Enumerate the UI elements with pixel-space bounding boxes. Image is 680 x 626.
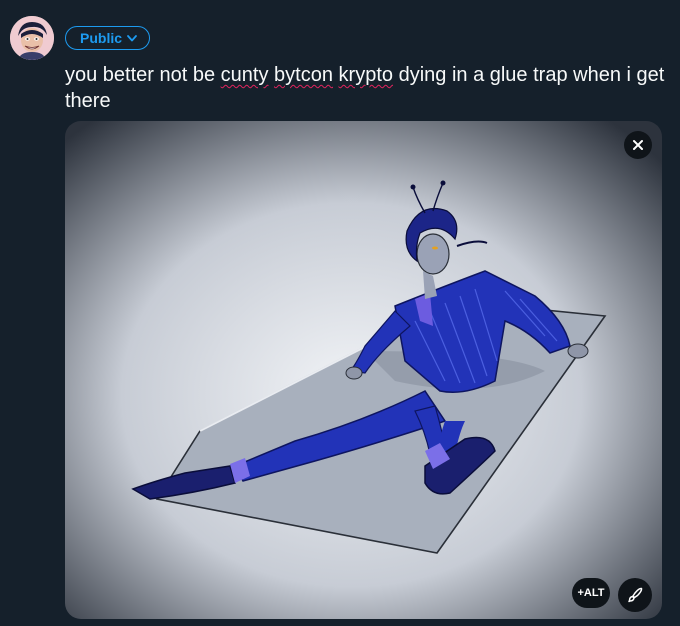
tweet-text-part: you better not be xyxy=(65,64,221,86)
brush-icon xyxy=(628,587,643,603)
audience-selector-button[interactable]: Public xyxy=(65,26,151,50)
tweet-text-input[interactable]: you better not be cunty bytcon krypto dy… xyxy=(65,62,665,114)
edit-media-button[interactable] xyxy=(618,578,652,612)
avatar[interactable] xyxy=(10,16,54,60)
remove-media-button[interactable] xyxy=(624,131,652,159)
chevron-down-icon xyxy=(127,35,137,42)
avatar-image xyxy=(10,16,54,60)
misspelled-word[interactable]: bytcon xyxy=(274,64,333,86)
misspelled-word[interactable]: krypto xyxy=(339,64,393,86)
tweet-composer: Public you better not be cunty bytcon kr… xyxy=(0,0,680,626)
misspelled-word[interactable]: cunty xyxy=(221,64,269,86)
add-alt-text-button[interactable]: +ALT xyxy=(572,578,610,608)
media-attachment[interactable]: +ALT xyxy=(65,121,662,619)
close-icon xyxy=(633,140,643,150)
audience-label: Public xyxy=(80,30,123,46)
attached-illustration xyxy=(65,121,662,619)
